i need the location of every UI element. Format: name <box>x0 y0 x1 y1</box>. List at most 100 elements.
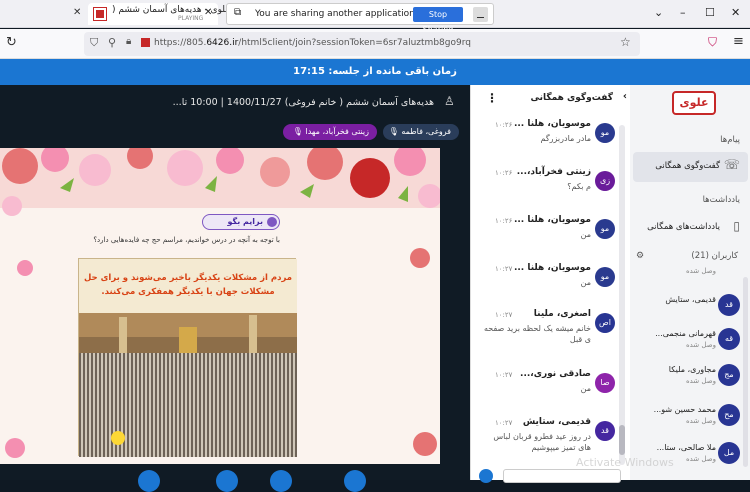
chat-header: ⋮ گفت‌وگوی همگانی ‹ <box>471 85 631 113</box>
message-text: مادر مادربزرگم <box>540 134 591 143</box>
tab-title: علوی - هدیه‌های آسمان ششم ( <box>112 5 231 15</box>
notes-icon: ▯ <box>733 219 740 233</box>
message-author: موسویان، هلنا ... <box>513 215 591 225</box>
activate-windows-watermark: Activate Windows <box>576 456 674 469</box>
avatar: مو <box>595 219 615 239</box>
user-row[interactable]: مح محمد حسین شو... وصل شده <box>630 401 750 429</box>
brand-logo: علوی <box>672 91 716 115</box>
logo-text: علوی <box>679 96 709 109</box>
public-chat-item[interactable]: ☏ گفت‌وگوی همگانی <box>633 152 748 182</box>
user-status: وصل شده <box>685 417 716 425</box>
mic-icon: 🎙︎ <box>292 127 303 136</box>
tab-close-icon[interactable]: ✕ <box>204 7 212 18</box>
user-row[interactable]: قد قدیمی، ستایش <box>630 291 750 319</box>
heading-bullet-icon <box>267 217 277 227</box>
share-minimize-button[interactable] <box>473 7 488 22</box>
tab-close-icon[interactable]: ✕ <box>73 7 81 18</box>
video-button[interactable] <box>216 470 238 492</box>
pocket-icon[interactable]: ⛉ <box>708 35 717 50</box>
avatar: مح <box>718 404 740 426</box>
notes-heading: یادداشت‌ها <box>702 195 740 205</box>
shared-notes-item[interactable]: ▯ یادداشت‌های همگانی <box>633 213 748 243</box>
user-name: مجاوری، ملیکا <box>668 365 716 374</box>
lock-icon[interactable]: 🔒︎ <box>126 36 131 47</box>
users-scrollbar[interactable] <box>743 277 748 467</box>
chat-panel: ⋮ گفت‌وگوی همگانی ‹ مو موسویان، هلنا ...… <box>470 85 631 483</box>
message-text: خانم میشه یک لحظه برید صفحه ی قبل <box>484 324 591 344</box>
message-author: قدیمی، ستایش <box>522 417 591 427</box>
address-bar[interactable]: ⛉ ⚲ 🔒︎ https://805.6426.ir/html5client/j… <box>84 32 640 56</box>
user-status: وصل شده <box>685 341 716 349</box>
user-name: قهرمانی منجمی... <box>655 329 716 338</box>
raise-hand-button[interactable] <box>344 470 366 492</box>
mic-icon: 🎙︎ <box>388 127 399 136</box>
message-author: موسویان، هلنا ... <box>513 263 591 273</box>
chat-scrollbar[interactable] <box>619 125 625 465</box>
browser-tab-active[interactable]: علوی - هدیه‌های آسمان ششم ( PLAYING ✕ <box>88 3 231 25</box>
chat-back-icon[interactable]: ‹ <box>623 91 627 102</box>
settings-gear-icon[interactable]: ⚙ <box>636 251 644 261</box>
message-author: صادقی نوری،... <box>520 369 591 379</box>
list-tabs-icon[interactable]: ⌄ <box>654 6 663 19</box>
browser-navigation-bar: ↻ ⛉ ⚲ 🔒︎ https://805.6426.ir/html5client… <box>0 29 750 59</box>
user-row[interactable]: قه قهرمانی منجمی... وصل شده <box>630 325 750 353</box>
window-close-button[interactable]: ✕ <box>731 6 740 19</box>
chat-scroll-thumb[interactable] <box>619 425 625 455</box>
photo-caption-bottom: مشکلات جهان با یکدیگر همفکری می‌کنند. <box>101 287 275 297</box>
chat-bubble-icon: ☏ <box>723 158 740 173</box>
send-button[interactable] <box>479 469 493 483</box>
meeting-title: هدیه‌های آسمان ششم ( خانم فروغی) 1400/11… <box>172 97 434 108</box>
avatar: مو <box>595 267 615 287</box>
message-time: ۱۰:۲۶ <box>495 217 513 225</box>
slide-question: با توجه به آنچه در درس خواندیم، مراسم حج… <box>93 236 280 244</box>
avatar: مل <box>718 442 740 464</box>
message-text: من <box>580 384 591 393</box>
mosque-arcade <box>79 313 297 353</box>
reload-icon[interactable]: ↻ <box>6 35 17 50</box>
stop-sharing-button[interactable]: Stop Sharing <box>413 7 463 34</box>
chat-title: گفت‌وگوی همگانی <box>530 93 613 103</box>
talker-name: فروغی، فاطمه <box>401 127 451 136</box>
message-author: موسویان، هلنا ... <box>513 119 591 129</box>
browser-tab-strip: ✕ علوی - هدیه‌های آسمان ششم ( PLAYING ✕ … <box>0 0 750 34</box>
avatar: صا <box>595 373 615 393</box>
user-status: وصل شده <box>685 455 716 463</box>
user-status: وصل شده <box>685 267 716 275</box>
chat-options-icon[interactable]: ⋮ <box>486 91 498 105</box>
permissions-icon[interactable]: ⚲ <box>108 36 116 49</box>
message-time: ۱۰:۲۶ <box>495 169 513 177</box>
site-icon <box>141 38 150 47</box>
window-minimize-button[interactable]: – <box>680 6 686 19</box>
url-text: https://805.6426.ir/html5client/join?ses… <box>154 38 471 48</box>
presentation-area: هدیه‌های آسمان ششم ( خانم فروغی) 1400/11… <box>0 85 470 492</box>
shield-icon[interactable]: ⛉ <box>90 36 98 50</box>
message-text: در روز عید فطرو قربان لباس های تمیز میپو… <box>493 432 591 452</box>
screenshare-button[interactable] <box>270 470 292 492</box>
chat-input[interactable] <box>503 469 621 483</box>
user-list-sidebar: علوی پیام‌ها ☏ گفت‌وگوی همگانی یادداشت‌ه… <box>630 85 750 480</box>
user-row[interactable]: وصل شده <box>630 265 750 293</box>
user-name: قدیمی، ستایش <box>665 295 716 304</box>
user-icon[interactable]: ♙ <box>444 94 455 108</box>
message-time: ۱۰:۲۶ <box>495 121 513 129</box>
pilgrims-photo: مردم از مشکلات یکدیگر باخبر می‌شوند و بر… <box>78 258 297 457</box>
lightbulb-icon <box>111 431 125 445</box>
tab-playing-label: PLAYING <box>178 15 204 22</box>
message-text: م بکم؟ <box>567 182 591 191</box>
bookmark-star-icon[interactable]: ☆ <box>620 35 631 49</box>
share-window-icon: ⧉ <box>234 7 242 18</box>
avatar: قد <box>595 421 615 441</box>
avatar: مج <box>718 364 740 386</box>
audio-button[interactable] <box>138 470 160 492</box>
window-maximize-button[interactable]: ☐ <box>705 6 715 19</box>
avatar: زی <box>595 171 615 191</box>
slide-heading-pill: برایم بگو <box>202 214 280 230</box>
menu-icon[interactable]: ≡ <box>733 34 744 49</box>
message-text: من <box>580 230 591 239</box>
site-favicon-icon <box>93 7 107 21</box>
users-header: ⚙ کاربران (21) <box>630 249 750 265</box>
user-row[interactable]: مج مجاوری، ملیکا وصل شده <box>630 361 750 389</box>
message-time: ۱۰:۲۷ <box>495 419 513 427</box>
message-time: ۱۰:۲۷ <box>495 371 513 379</box>
screen-share-notice: ⧉ You are sharing another application wi… <box>226 3 494 34</box>
